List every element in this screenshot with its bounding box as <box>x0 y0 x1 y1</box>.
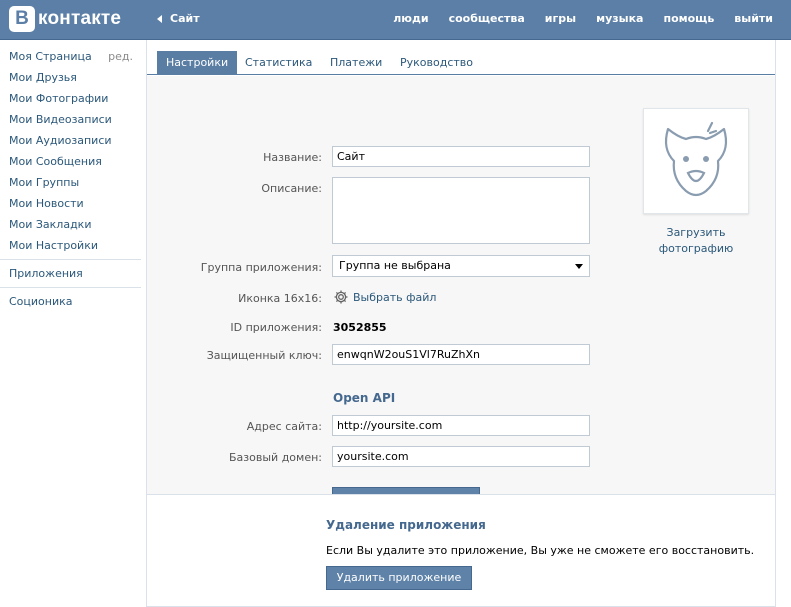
app-id-value: 3052855 <box>333 321 387 334</box>
upload-photo-line1: Загрузить <box>666 226 726 239</box>
site-address-field[interactable]: http://yoursite.com <box>332 415 590 436</box>
base-domain-label: Базовый домен: <box>229 451 322 464</box>
delete-section: Удаление приложения Если Вы удалите это … <box>147 494 775 607</box>
group-select[interactable]: Группа не выбрана <box>332 255 590 277</box>
nav-people[interactable]: люди <box>393 12 428 25</box>
dropdown-arrow-icon <box>575 264 583 269</box>
secret-key-field[interactable]: enwqnW2ouS1Vl7RuZhXn <box>332 344 590 365</box>
back-link-label: Сайт <box>170 12 200 25</box>
sidebar-item-apps[interactable]: Приложения <box>0 263 141 284</box>
site-address-label: Адрес сайта: <box>246 420 322 433</box>
group-label: Группа приложения: <box>200 261 322 274</box>
sidebar-item-settings[interactable]: Мои Настройки <box>0 235 141 256</box>
icon-label: Иконка 16x16: <box>238 292 322 305</box>
nav-music[interactable]: музыка <box>596 12 643 25</box>
app-id-label: ID приложения: <box>230 321 322 334</box>
openapi-title: Open API <box>333 391 396 405</box>
dog-placeholder-icon <box>664 121 728 197</box>
upload-photo-line2: фотографию <box>658 242 734 255</box>
settings-form: Название: Сайт Описание: Группа приложен… <box>147 76 775 511</box>
edit-link[interactable]: ред. <box>108 46 133 67</box>
top-nav: люди сообщества игры музыка помощь выйти <box>373 12 773 25</box>
upload-photo-link[interactable]: Загрузить фотографию <box>627 225 765 257</box>
app-photo[interactable] <box>643 108 749 214</box>
sidebar-item-videos[interactable]: Мои Видеозаписи <box>0 109 141 130</box>
sidebar-item-label: Моя Страница <box>9 50 92 63</box>
sidebar-item-groups[interactable]: Мои Группы <box>0 172 141 193</box>
nav-logout[interactable]: выйти <box>734 12 773 25</box>
back-link-site[interactable]: Сайт <box>157 12 200 25</box>
gear-icon[interactable] <box>333 289 349 305</box>
tab-bar: Настройки Статистика Платежи Руководство <box>147 40 775 75</box>
vk-logo[interactable]: В контакте <box>9 6 121 32</box>
sidebar-item-friends[interactable]: Мои Друзья <box>0 67 141 88</box>
tab-guide[interactable]: Руководство <box>400 51 473 75</box>
sidebar-item-bookmarks[interactable]: Мои Закладки <box>0 214 141 235</box>
choose-file-link[interactable]: Выбрать файл <box>353 291 436 304</box>
sidebar-item-news[interactable]: Мои Новости <box>0 193 141 214</box>
left-sidebar: Моя Страница ред. Мои Друзья Мои Фотогра… <box>0 40 141 312</box>
sidebar-item-socionics[interactable]: Соционика <box>0 291 141 312</box>
tab-statistics[interactable]: Статистика <box>245 51 312 75</box>
sidebar-item-my-page[interactable]: Моя Страница ред. <box>0 46 141 67</box>
delete-warning-text: Если Вы удалите это приложение, Вы уже н… <box>326 544 755 557</box>
tab-settings[interactable]: Настройки <box>157 51 238 75</box>
sidebar-divider <box>0 287 141 288</box>
group-select-value: Группа не выбрана <box>339 259 451 272</box>
sidebar-item-photos[interactable]: Мои Фотографии <box>0 88 141 109</box>
back-arrow-icon <box>157 14 162 23</box>
secret-key-label: Защищенный ключ: <box>206 349 322 362</box>
delete-title: Удаление приложения <box>326 518 486 532</box>
description-label: Описание: <box>261 182 322 195</box>
name-field[interactable]: Сайт <box>332 146 590 167</box>
sidebar-item-audio[interactable]: Мои Аудиозаписи <box>0 130 141 151</box>
base-domain-field[interactable]: yoursite.com <box>332 446 590 467</box>
sidebar-item-messages[interactable]: Мои Сообщения <box>0 151 141 172</box>
logo-text: контакте <box>38 8 122 29</box>
delete-app-button[interactable]: Удалить приложение <box>326 566 472 590</box>
description-field[interactable] <box>332 177 590 244</box>
nav-games[interactable]: игры <box>545 12 576 25</box>
name-label: Название: <box>263 151 322 164</box>
nav-communities[interactable]: сообщества <box>449 12 525 25</box>
nav-help[interactable]: помощь <box>663 12 714 25</box>
top-header: В контакте Сайт люди сообщества игры муз… <box>0 0 791 40</box>
tab-payments[interactable]: Платежи <box>330 51 382 75</box>
main-panel: Настройки Статистика Платежи Руководство… <box>146 40 776 607</box>
sidebar-divider <box>0 259 141 260</box>
logo-letter: В <box>9 6 35 32</box>
